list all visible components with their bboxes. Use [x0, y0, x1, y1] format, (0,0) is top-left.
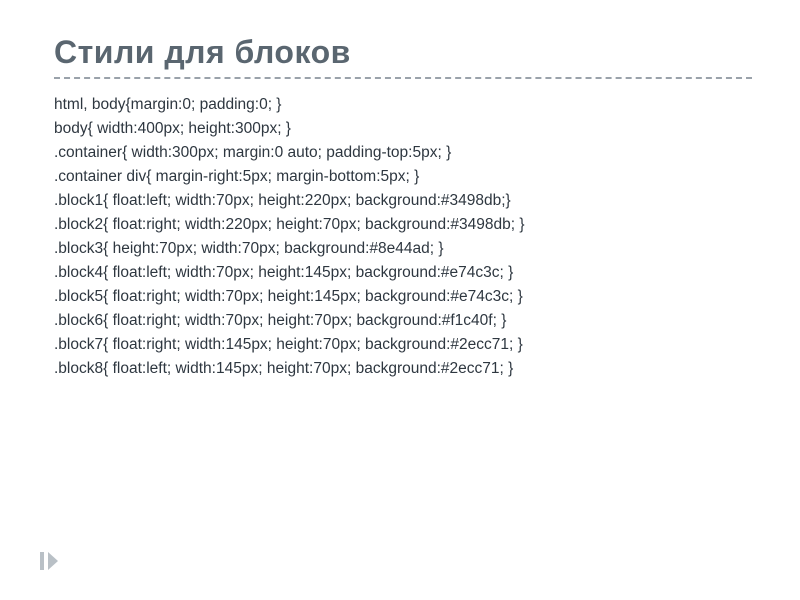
- code-line: .block5{ float:right; width:70px; height…: [54, 288, 523, 305]
- code-line: .block2{ float:right; width:220px; heigh…: [54, 216, 525, 233]
- code-line: html, body{margin:0; padding:0; }: [54, 96, 281, 113]
- code-line: .container{ width:300px; margin:0 auto; …: [54, 144, 451, 161]
- code-line: .block6{ float:right; width:70px; height…: [54, 312, 506, 329]
- marker-triangle: [48, 552, 58, 570]
- code-line: .block3{ height:70px; width:70px; backgr…: [54, 240, 444, 257]
- slide: Стили для блоков html, body{margin:0; pa…: [0, 0, 800, 600]
- code-line: .block7{ float:right; width:145px; heigh…: [54, 336, 523, 353]
- slide-title: Стили для блоков: [54, 34, 752, 71]
- title-divider: [54, 77, 752, 79]
- code-line: body{ width:400px; height:300px; }: [54, 120, 291, 137]
- code-line: .block4{ float:left; width:70px; height:…: [54, 264, 513, 281]
- code-line: .block1{ float:left; width:70px; height:…: [54, 192, 511, 209]
- code-line: .container div{ margin-right:5px; margin…: [54, 168, 419, 185]
- css-code-block: html, body{margin:0; padding:0; } body{ …: [54, 93, 752, 381]
- marker-bar: [40, 552, 44, 570]
- code-line: .block8{ float:left; width:145px; height…: [54, 360, 513, 377]
- slide-marker-icon: [40, 552, 58, 570]
